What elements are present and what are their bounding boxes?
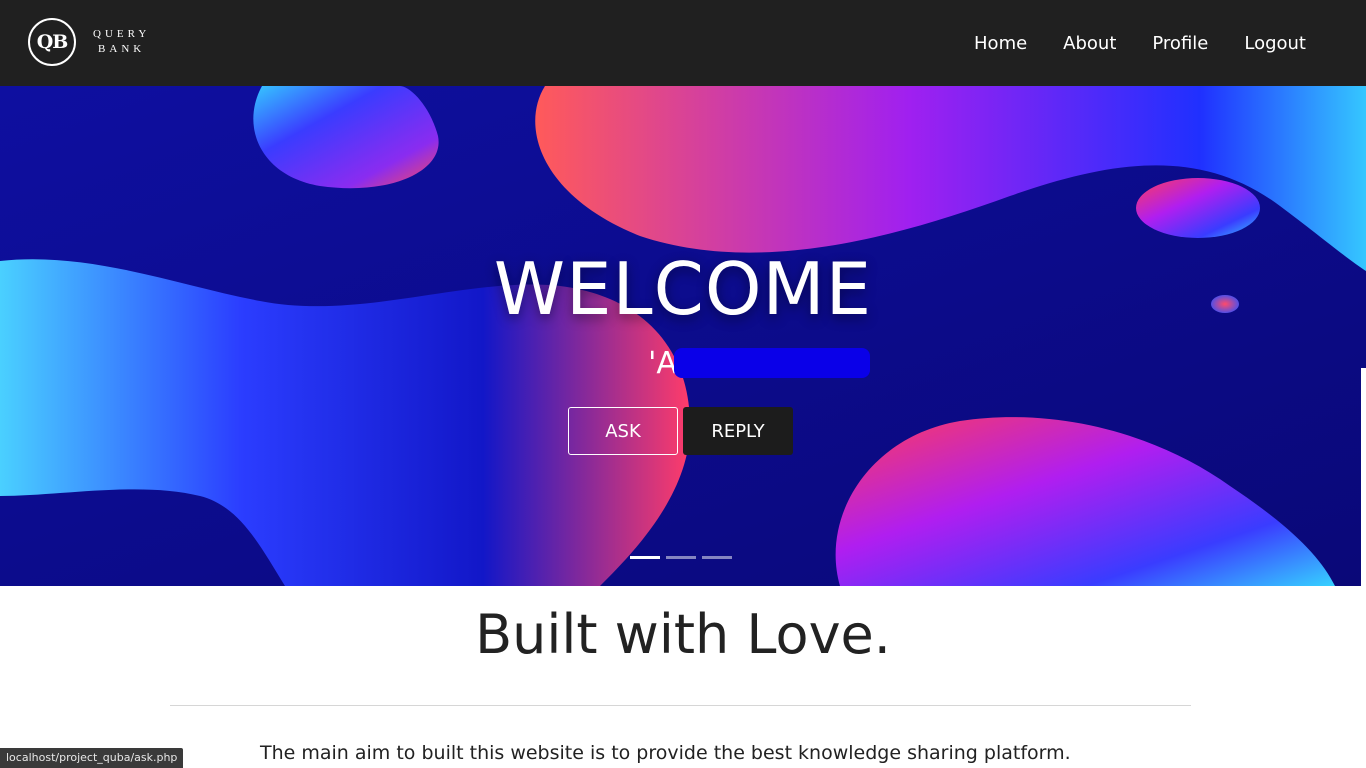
- username-row: 'A D': [0, 344, 1366, 384]
- ask-button[interactable]: ASK: [568, 407, 678, 455]
- redaction-overlay: [674, 348, 871, 378]
- nav-links: Home About Profile Logout: [938, 0, 1306, 86]
- brand-line-bank: BANK: [98, 43, 146, 55]
- brand-name: QUERY BANK: [93, 27, 150, 57]
- nav-logout-link[interactable]: Logout: [1244, 33, 1306, 54]
- page-edge: [1361, 368, 1366, 586]
- username-wrap: 'A D': [648, 344, 871, 384]
- nav-home-link[interactable]: Home: [974, 33, 1027, 54]
- hero-action-buttons: ASK REPLY: [568, 407, 793, 455]
- section-title: Built with Love.: [475, 603, 891, 666]
- top-navbar: QB QUERY BANK Home About Profile Logout: [0, 0, 1366, 86]
- reply-button[interactable]: REPLY: [683, 407, 793, 455]
- intro-paragraph: The main aim to built this website is to…: [260, 742, 1071, 764]
- hero-carousel: WELCOME 'A D' ASK REPLY: [0, 86, 1366, 586]
- logo-badge: QB: [28, 18, 76, 66]
- brand-logo[interactable]: QB QUERY BANK: [28, 18, 150, 66]
- hero-content: WELCOME 'A D' ASK REPLY: [0, 86, 1366, 586]
- nav-about-link[interactable]: About: [1063, 33, 1116, 54]
- browser-status-url: localhost/project_quba/ask.php: [0, 748, 184, 768]
- carousel-indicator-1[interactable]: [630, 556, 660, 559]
- welcome-heading: WELCOME: [493, 247, 873, 331]
- brand-line-query: QUERY: [93, 28, 151, 40]
- carousel-indicator-2[interactable]: [666, 556, 696, 559]
- carousel-indicators: [630, 556, 738, 559]
- section-divider: [170, 705, 1191, 706]
- carousel-indicator-3[interactable]: [702, 556, 732, 559]
- nav-profile-link[interactable]: Profile: [1152, 33, 1208, 54]
